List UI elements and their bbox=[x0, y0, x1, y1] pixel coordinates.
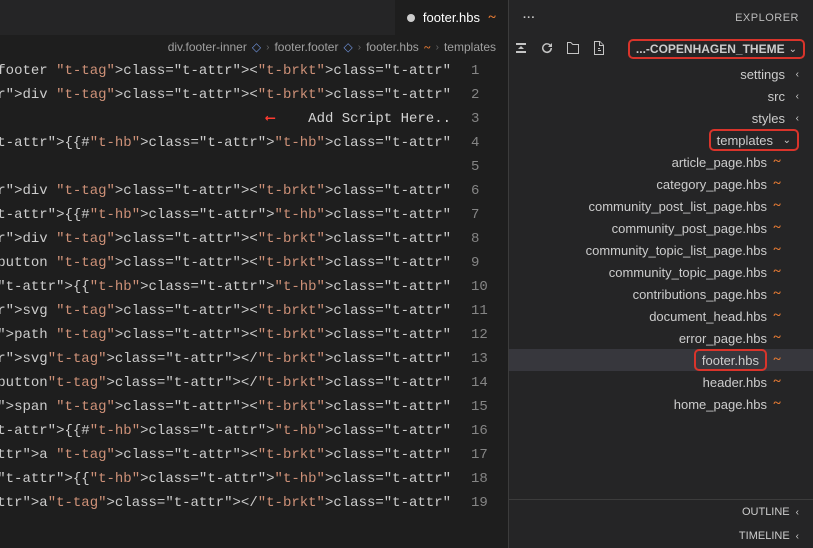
folder-settings[interactable]: › settings bbox=[509, 63, 813, 85]
chevron-left-icon: ‹ bbox=[358, 42, 361, 53]
sidebar-bottom-panels: › OUTLINE › TIMELINE bbox=[509, 499, 813, 548]
chevron-right-icon: › bbox=[785, 113, 799, 124]
refresh-icon[interactable] bbox=[539, 40, 555, 59]
hbs-file-icon: ~ bbox=[767, 330, 787, 346]
file-item[interactable]: ~community_topic_list_page.hbs bbox=[509, 239, 813, 261]
hbs-file-icon: ~ bbox=[767, 396, 787, 412]
file-item[interactable]: ~document_head.hbs bbox=[509, 305, 813, 327]
explorer-title: EXPLORER bbox=[735, 12, 799, 24]
chevron-left-icon: ‹ bbox=[436, 42, 439, 53]
explorer-sidebar: EXPLORER ··· ⌄ COPENHAGEN_THEME-... › se… bbox=[508, 0, 813, 548]
folder-src[interactable]: › src bbox=[509, 85, 813, 107]
file-item[interactable]: ~home_page.hbs bbox=[509, 393, 813, 415]
chevron-right-icon: › bbox=[785, 91, 799, 102]
new-folder-icon[interactable] bbox=[565, 40, 581, 59]
breadcrumb-segment[interactable]: footer.hbs bbox=[366, 40, 419, 54]
chevron-right-icon: › bbox=[796, 507, 799, 518]
file-tree: › settings › src › styles ⌄ templates ~a… bbox=[509, 63, 813, 499]
hbs-file-icon: ~ bbox=[767, 286, 787, 302]
chevron-left-icon: ‹ bbox=[266, 42, 269, 53]
chevron-right-icon: › bbox=[796, 531, 799, 542]
hbs-file-icon: ~ bbox=[767, 264, 787, 280]
file-item-active[interactable]: ~ footer.hbs bbox=[509, 349, 813, 371]
project-name-highlight[interactable]: ⌄ COPENHAGEN_THEME-... bbox=[628, 39, 805, 59]
file-item[interactable]: ~community_post_list_page.hbs bbox=[509, 195, 813, 217]
element-icon: ◇ bbox=[252, 40, 261, 54]
hbs-file-icon: ~ bbox=[488, 10, 496, 26]
file-item[interactable]: ~community_topic_page.hbs bbox=[509, 261, 813, 283]
hbs-file-icon: ~ bbox=[767, 176, 787, 192]
hbs-file-icon: ~ bbox=[767, 352, 787, 368]
hbs-file-icon: ~ bbox=[767, 374, 787, 390]
breadcrumbs[interactable]: templates ‹ ~ footer.hbs ‹ ◇ footer.foot… bbox=[0, 35, 508, 59]
file-item[interactable]: ~contributions_page.hbs bbox=[509, 283, 813, 305]
breadcrumb-segment[interactable]: div.footer-inner bbox=[168, 40, 247, 54]
explorer-header: EXPLORER ··· bbox=[509, 0, 813, 35]
tab-footer-hbs[interactable]: ~ footer.hbs bbox=[394, 0, 508, 35]
collapse-icon[interactable] bbox=[513, 40, 529, 59]
tab-label: footer.hbs bbox=[423, 10, 480, 25]
project-actions bbox=[513, 40, 607, 59]
file-item[interactable]: ~error_page.hbs bbox=[509, 327, 813, 349]
new-file-icon[interactable] bbox=[591, 40, 607, 59]
chevron-down-icon: ⌄ bbox=[777, 135, 791, 146]
folder-templates-highlight: ⌄ templates bbox=[709, 129, 799, 151]
folder-templates[interactable]: ⌄ templates bbox=[509, 129, 813, 151]
code-body[interactable]: "t-attr">class="t-brkt"><"t-attr">class=… bbox=[0, 59, 453, 548]
editor-pane: ~ footer.hbs templates ‹ ~ footer.hbs ‹ … bbox=[0, 0, 508, 548]
hbs-file-icon: ~ bbox=[767, 242, 787, 258]
outline-panel[interactable]: › OUTLINE bbox=[509, 500, 813, 524]
file-item[interactable]: ~community_post_page.hbs bbox=[509, 217, 813, 239]
file-item[interactable]: ~article_page.hbs bbox=[509, 151, 813, 173]
breadcrumb-segment[interactable]: footer.footer bbox=[274, 40, 338, 54]
chevron-down-icon: ⌄ bbox=[789, 44, 797, 55]
hbs-file-icon: ~ bbox=[767, 198, 787, 214]
timeline-panel[interactable]: › TIMELINE bbox=[509, 524, 813, 548]
hbs-file-icon: ~ bbox=[424, 40, 431, 55]
project-row: ⌄ COPENHAGEN_THEME-... bbox=[509, 35, 813, 63]
hbs-file-icon: ~ bbox=[767, 220, 787, 236]
modified-dot-icon bbox=[407, 14, 415, 22]
element-icon: ◇ bbox=[343, 40, 352, 54]
hbs-file-icon: ~ bbox=[767, 308, 787, 324]
hbs-file-icon: ~ bbox=[767, 154, 787, 170]
more-icon[interactable]: ··· bbox=[523, 12, 536, 24]
folder-styles[interactable]: › styles bbox=[509, 107, 813, 129]
active-file-highlight: footer.hbs bbox=[694, 349, 767, 371]
file-item[interactable]: ~header.hbs bbox=[509, 371, 813, 393]
project-name: COPENHAGEN_THEME-... bbox=[636, 42, 785, 56]
line-gutter: 12345 678910 1112131415 16171819 bbox=[453, 59, 508, 548]
breadcrumb-segment[interactable]: templates bbox=[444, 40, 496, 54]
editor-tabs: ~ footer.hbs bbox=[0, 0, 508, 35]
file-item[interactable]: ~category_page.hbs bbox=[509, 173, 813, 195]
code-editor[interactable]: 12345 678910 1112131415 16171819 "t-attr… bbox=[0, 59, 508, 548]
chevron-right-icon: › bbox=[785, 69, 799, 80]
